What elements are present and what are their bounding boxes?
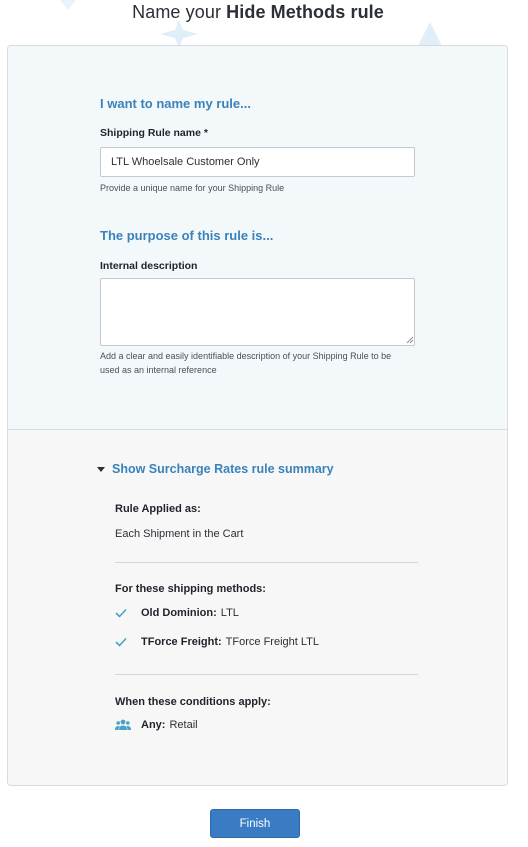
summary-divider	[115, 562, 418, 563]
check-icon	[115, 637, 127, 647]
description-textarea[interactable]	[100, 278, 415, 346]
summary-toggle[interactable]: Show Surcharge Rates rule summary	[96, 462, 334, 476]
rule-name-help: Provide a unique name for your Shipping …	[100, 183, 285, 193]
method-item: TForce Freight: TForce Freight LTL	[115, 636, 319, 648]
page-title-strong: Hide Methods rule	[226, 2, 384, 22]
rule-naming-section: I want to name my rule... Shipping Rule …	[8, 46, 507, 430]
condition-item: Any: Retail	[115, 719, 198, 731]
naming-heading: I want to name my rule...	[100, 96, 251, 111]
applied-value: Each Shipment in the Cart	[115, 528, 244, 540]
method-name: LTL	[220, 607, 239, 619]
rule-name-label: Shipping Rule name *	[100, 127, 208, 139]
decor-triangle	[418, 22, 442, 46]
decor-sparkle	[160, 20, 198, 48]
methods-heading: For these shipping methods:	[115, 583, 266, 595]
page-title-prefix: Name your	[132, 2, 227, 22]
conditions-heading: When these conditions apply:	[115, 696, 271, 708]
rule-card: I want to name my rule... Shipping Rule …	[7, 45, 508, 786]
condition-key: Any:	[141, 719, 166, 731]
description-help: Add a clear and easily identifiable desc…	[100, 351, 392, 375]
check-icon	[115, 608, 127, 618]
method-carrier: Old Dominion:	[141, 607, 217, 619]
rule-name-input[interactable]	[100, 147, 415, 177]
summary-toggle-label: Show Surcharge Rates rule summary	[112, 462, 334, 476]
description-label: Internal description	[100, 260, 198, 272]
method-carrier: TForce Freight:	[141, 636, 222, 648]
method-name: TForce Freight LTL	[225, 636, 319, 648]
condition-value: Retail	[169, 719, 198, 731]
resize-grip-icon[interactable]	[406, 336, 414, 344]
page-title: Name your Hide Methods rule	[0, 2, 516, 23]
method-item: Old Dominion: LTL	[115, 607, 239, 619]
rule-summary-section	[8, 430, 507, 785]
summary-divider	[115, 674, 418, 675]
purpose-heading: The purpose of this rule is...	[100, 228, 274, 243]
finish-button[interactable]: Finish	[210, 809, 300, 838]
users-icon	[115, 719, 131, 730]
caret-down-icon	[97, 467, 105, 472]
applied-heading: Rule Applied as:	[115, 503, 201, 515]
